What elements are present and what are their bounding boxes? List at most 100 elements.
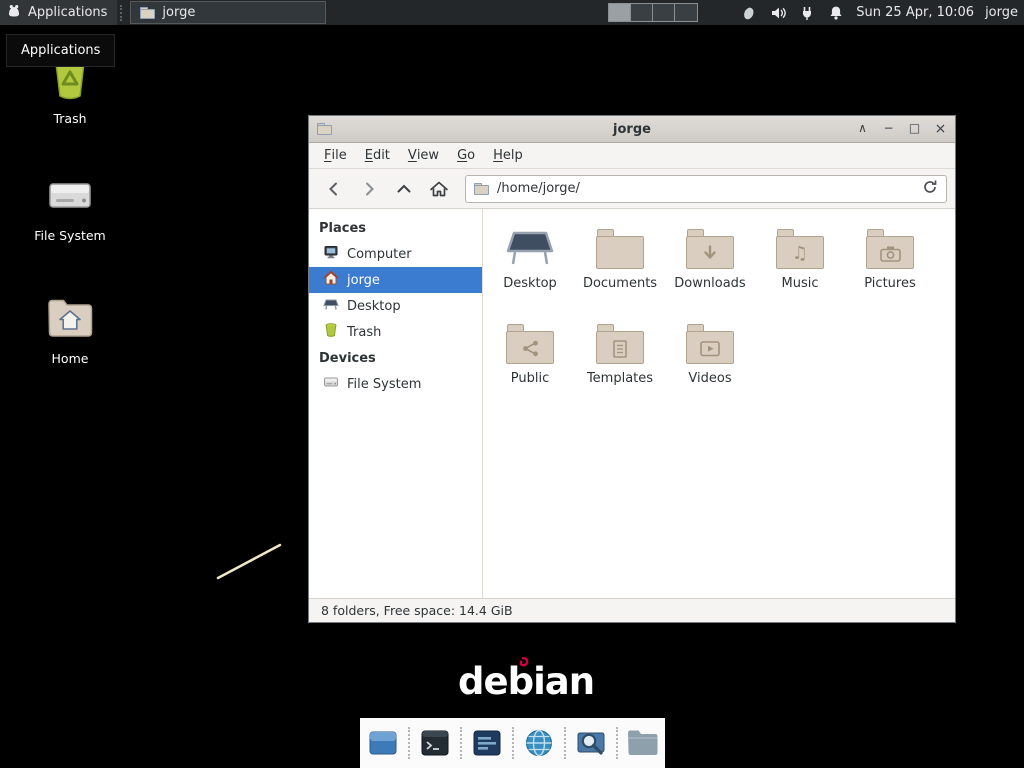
file-grid: Desktop Documents	[483, 209, 955, 598]
menu-edit[interactable]: Edit	[356, 143, 399, 168]
maximize-button[interactable]: □	[908, 121, 921, 137]
menu-view[interactable]: View	[399, 143, 448, 168]
folder-music[interactable]: ♫ Music	[755, 221, 845, 316]
folder-pictures[interactable]: Pictures	[845, 221, 935, 316]
folder-label: Desktop	[503, 276, 557, 291]
back-button[interactable]	[317, 174, 350, 204]
clock[interactable]: Sun 25 Apr, 10:06	[856, 5, 974, 20]
dock-application-finder[interactable]	[570, 721, 612, 765]
task-window-label: jorge	[162, 5, 195, 20]
notification-bell-icon[interactable]	[827, 4, 845, 22]
sidebar-item-desktop[interactable]: Desktop	[309, 293, 482, 319]
applications-menu-button[interactable]: Applications	[0, 0, 117, 25]
dock-web-browser[interactable]	[518, 721, 560, 765]
download-arrow-icon	[686, 238, 734, 269]
menu-go[interactable]: Go	[448, 143, 484, 168]
desktop-icon-file-system[interactable]: File System	[25, 172, 115, 243]
places-header: Places	[309, 215, 482, 241]
power-plug-icon[interactable]	[798, 4, 816, 22]
dock-file-manager[interactable]	[362, 721, 404, 765]
folder-public[interactable]: Public	[485, 316, 575, 411]
desktop: Applications jorge Sun 25	[0, 0, 1024, 768]
folder-templates[interactable]: Templates	[575, 316, 665, 411]
music-note-icon: ♫	[776, 238, 824, 269]
folder-label: Documents	[583, 276, 657, 291]
file-manager-window: jorge ∧ − □ × File Edit View Go Help	[308, 115, 956, 623]
globe-icon	[523, 727, 555, 759]
dock-file-browser[interactable]	[622, 721, 664, 765]
dock	[360, 718, 665, 768]
workspace-2[interactable]	[631, 4, 653, 21]
folder-videos[interactable]: Videos	[665, 316, 755, 411]
close-button[interactable]: ×	[934, 121, 947, 137]
terminal-icon	[419, 727, 451, 759]
home-button[interactable]	[422, 174, 455, 204]
applications-tooltip: Applications	[6, 34, 115, 67]
sidebar-item-trash[interactable]: Trash	[309, 319, 482, 345]
workspace-4[interactable]	[675, 4, 697, 21]
drive-small-icon	[323, 374, 339, 394]
menu-file[interactable]: File	[315, 143, 356, 168]
folder-label: Pictures	[864, 276, 915, 291]
folder-icon	[596, 227, 644, 269]
workspace-switcher[interactable]	[608, 3, 698, 22]
reload-button[interactable]	[922, 179, 938, 199]
sidebar-item-computer[interactable]: Computer	[309, 241, 482, 267]
status-bar: 8 folders, Free space: 14.4 GiB	[309, 598, 955, 622]
dock-separator	[512, 727, 514, 759]
file-manager-icon	[367, 727, 399, 759]
folder-label: Music	[782, 276, 819, 291]
top-panel: Applications jorge Sun 25	[0, 0, 1024, 25]
sidebar-item-label: Trash	[347, 325, 381, 340]
panel-separator	[120, 5, 127, 21]
taskbar-window-button[interactable]: jorge	[130, 1, 326, 24]
sidebar-item-label: Desktop	[347, 299, 401, 314]
folder-downloads[interactable]: Downloads	[665, 221, 755, 316]
window-titlebar[interactable]: jorge ∧ − □ ×	[309, 116, 955, 143]
camera-icon	[866, 238, 914, 269]
sidebar-item-jorge[interactable]: jorge	[309, 267, 482, 293]
workspace-1[interactable]	[609, 4, 631, 21]
share-icon	[506, 333, 554, 364]
minimize-button[interactable]: −	[882, 121, 895, 137]
video-screen-icon	[686, 333, 734, 364]
desktop-icon-label: Trash	[53, 111, 86, 126]
desktop-shortcut-icon	[323, 296, 339, 316]
workspace-3[interactable]	[653, 4, 675, 21]
up-button[interactable]	[387, 174, 420, 204]
dock-terminal-alt[interactable]	[466, 721, 508, 765]
mouse-status-icon[interactable]	[740, 4, 758, 22]
home-icon	[323, 270, 339, 290]
folder-icon	[506, 322, 554, 364]
computer-icon	[323, 244, 339, 264]
system-tray: Sun 25 Apr, 10:06 jorge	[740, 0, 1018, 25]
location-input[interactable]	[497, 181, 914, 196]
dock-separator	[408, 727, 410, 759]
menu-bar: File Edit View Go Help	[309, 143, 955, 169]
sidebar-item-file-system[interactable]: File System	[309, 371, 482, 397]
sidebar-item-label: File System	[347, 377, 421, 392]
applications-icon	[6, 3, 22, 23]
toolbar	[309, 169, 955, 209]
sidebar-item-label: jorge	[347, 273, 380, 288]
folder-documents[interactable]: Documents	[575, 221, 665, 316]
sidebar: Places Computer jorge	[309, 209, 483, 598]
desktop-stray-line	[210, 538, 290, 588]
folder-icon	[626, 728, 660, 758]
magnifier-icon	[575, 727, 607, 759]
shade-button[interactable]: ∧	[856, 121, 869, 137]
desktop-icon-home[interactable]: Home	[25, 295, 115, 366]
dock-separator	[564, 727, 566, 759]
volume-icon[interactable]	[769, 4, 787, 22]
forward-button[interactable]	[352, 174, 385, 204]
folder-desktop[interactable]: Desktop	[485, 221, 575, 316]
menu-help[interactable]: Help	[484, 143, 532, 168]
folder-label: Videos	[688, 371, 731, 386]
dock-terminal[interactable]	[414, 721, 456, 765]
devices-header: Devices	[309, 345, 482, 371]
drive-icon	[46, 172, 94, 222]
location-bar[interactable]	[465, 175, 947, 203]
sidebar-item-label: Computer	[347, 247, 412, 262]
debian-swirl-icon	[515, 656, 531, 672]
panel-username[interactable]: jorge	[985, 5, 1018, 20]
